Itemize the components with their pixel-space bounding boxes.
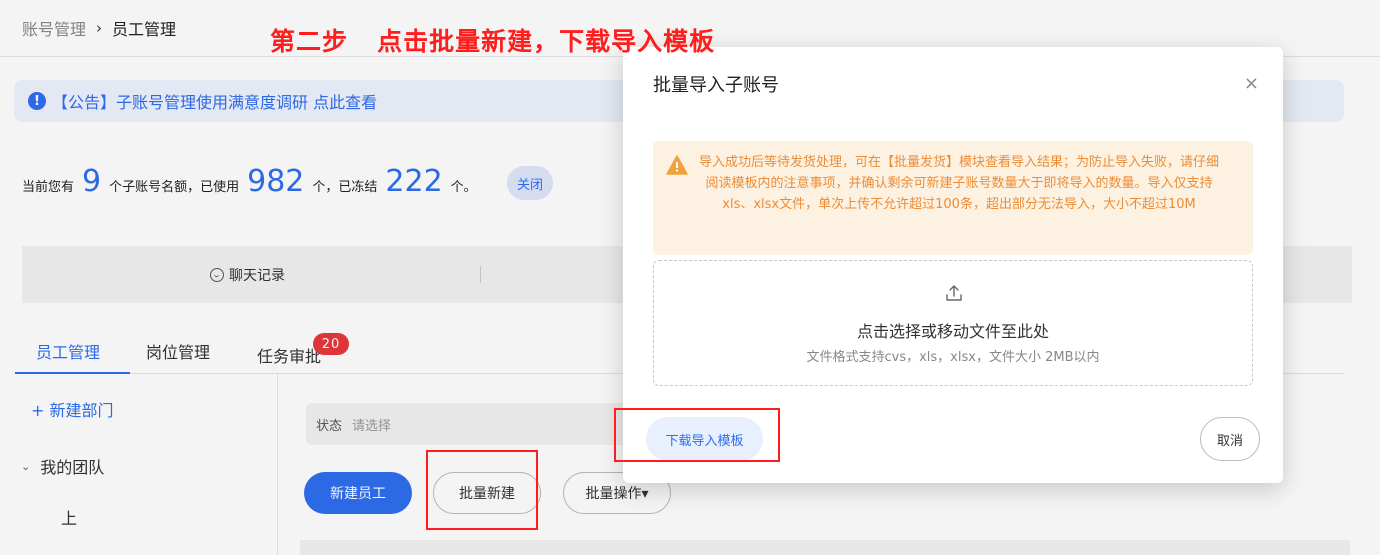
highlight-box-batch-new bbox=[426, 450, 538, 530]
warning-icon bbox=[666, 155, 688, 175]
warning-text: 导入成功后等待发货处理，可在【批量发货】模块查看导入结果；为防止导入失败，请仔细… bbox=[698, 155, 1219, 212]
import-warning: 导入成功后等待发货处理，可在【批量发货】模块查看导入结果；为防止导入失败，请仔细… bbox=[653, 141, 1253, 255]
highlight-box-download-template bbox=[614, 408, 780, 462]
file-upload-area[interactable]: 点击选择或移动文件至此处 文件格式支持cvs，xls，xlsx，文件大小 2MB… bbox=[653, 260, 1253, 386]
close-icon[interactable]: × bbox=[1244, 75, 1259, 93]
cancel-button[interactable]: 取消 bbox=[1200, 417, 1260, 461]
upload-icon bbox=[946, 285, 962, 301]
upload-hint: 文件格式支持cvs，xls，xlsx，文件大小 2MB以内 bbox=[806, 350, 1100, 365]
upload-title: 点击选择或移动文件至此处 bbox=[856, 322, 1049, 341]
tutorial-annotation: 第二步 点击批量新建，下载导入模板 bbox=[270, 27, 716, 56]
dialog-title: 批量导入子账号 bbox=[653, 75, 779, 96]
